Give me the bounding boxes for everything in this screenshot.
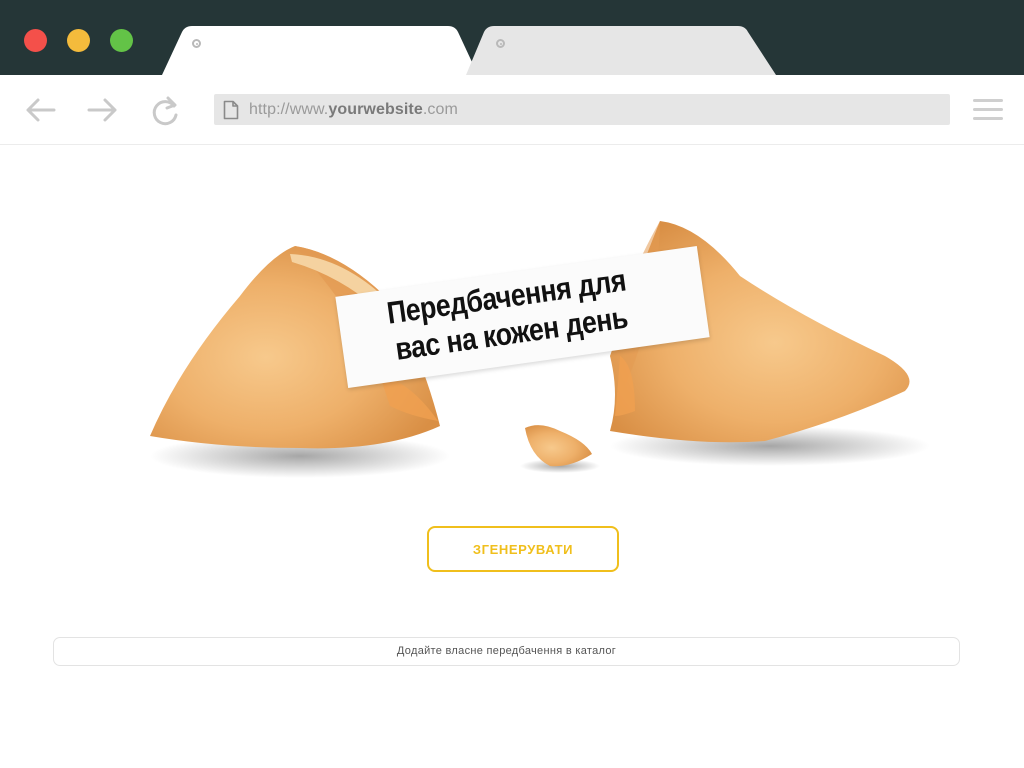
reload-icon[interactable]	[149, 95, 183, 126]
close-window-button[interactable]	[24, 29, 47, 52]
address-bar[interactable]: http://www.yourwebsite.com	[214, 94, 950, 125]
page-icon	[223, 100, 239, 125]
fortune-cookie-image: Передбачення для вас на кожен день	[140, 216, 950, 506]
arrow-right-icon[interactable]	[85, 95, 119, 125]
url-prefix: http://www.	[249, 101, 329, 118]
arrow-left-icon[interactable]	[24, 95, 58, 125]
url-domain: yourwebsite	[328, 101, 423, 118]
tab-close-icon[interactable]	[496, 39, 505, 48]
url-suffix: .com	[422, 101, 458, 118]
page-content: Передбачення для вас на кожен день ЗГЕНЕ…	[0, 146, 1024, 768]
minimize-window-button[interactable]	[67, 29, 90, 52]
tab-close-icon[interactable]	[192, 39, 201, 48]
browser-title-bar	[0, 0, 1024, 75]
hamburger-menu-icon[interactable]	[973, 99, 1003, 121]
browser-toolbar: http://www.yourwebsite.com	[0, 75, 1024, 145]
generate-button[interactable]: ЗГЕНЕРУВАТИ	[427, 526, 619, 572]
add-prediction-link[interactable]: Додайте власне передбачення в каталог	[53, 637, 960, 666]
url-text: http://www.yourwebsite.com	[249, 101, 458, 119]
maximize-window-button[interactable]	[110, 29, 133, 52]
browser-tab-inactive[interactable]	[466, 26, 776, 75]
browser-tab-active[interactable]	[162, 26, 478, 75]
